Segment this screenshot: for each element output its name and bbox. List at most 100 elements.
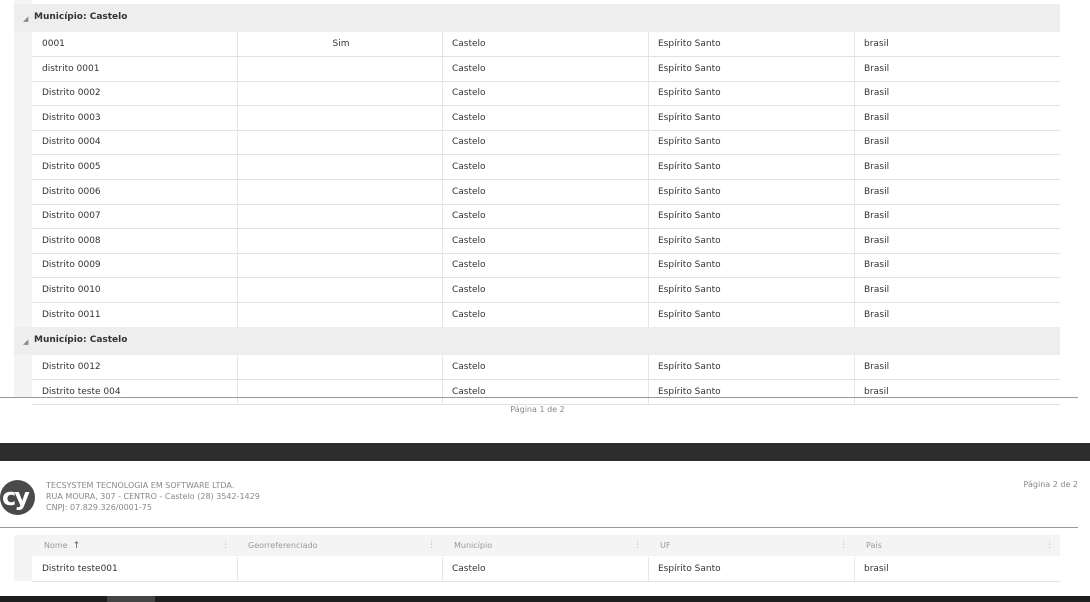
cell-geo [238, 57, 444, 81]
collapse-caret-icon[interactable]: ◢ [23, 15, 28, 23]
cell-municipio: Castelo [452, 285, 486, 295]
column-divider [648, 155, 649, 179]
cell-nome: Distrito 0006 [42, 186, 101, 197]
cell-municipio: Castelo [452, 309, 486, 320]
table-row[interactable]: Distrito 0005 Castelo Espírito Santo Brasil [32, 155, 1060, 180]
sort-ascending-icon: ↑ [72, 541, 81, 551]
cell-pais: Brasil [864, 137, 890, 148]
table-row[interactable]: Distrito teste001 Castelo Espírito Santo br… [32, 557, 1060, 582]
cell-pais: Brasil [864, 112, 890, 123]
cell-pais: Brasil [864, 211, 890, 222]
cell-municipio: Castelo [452, 39, 486, 49]
column-header-municipio[interactable]: Município [454, 535, 492, 556]
cell-geo [238, 204, 444, 228]
cell-nome: Distrito 0004 [42, 137, 101, 148]
grid-header-row: Nome ↑ ⋮ Georreferenciado ⋮ Município ⋮ … [32, 535, 1060, 556]
column-header-uf[interactable]: UF [660, 535, 670, 556]
table-row[interactable]: Distrito 0008 Castelo Espírito Santo Brasil [32, 228, 1060, 254]
column-header-georreferenciado[interactable]: Georreferenciado [248, 535, 318, 556]
table-row[interactable]: Distrito 0002 Castelo Espírito Santo Brasil [32, 81, 1060, 107]
cell-nome: distrito 0001 [42, 63, 100, 74]
column-divider [854, 130, 855, 155]
table-row[interactable]: Distrito 0009 Castelo Espírito Santo Brasil [32, 253, 1060, 279]
cell-uf: Espírito Santo [658, 211, 721, 222]
table-row[interactable]: Distrito 0006 Castelo Espírito Santo Brasil [32, 179, 1060, 205]
column-divider [648, 179, 649, 204]
cell-pais: Brasil [864, 63, 890, 74]
column-divider [648, 379, 649, 404]
group-header-row[interactable]: ◢ Município: Castelo [14, 327, 1060, 356]
cell-uf: Espírito Santo [658, 309, 721, 320]
toolbar-tab[interactable] [107, 596, 155, 602]
page-divider [0, 397, 1078, 398]
column-divider [854, 179, 855, 204]
column-menu-icon[interactable]: ⋮ [839, 535, 848, 556]
column-header-nome[interactable]: Nome ↑ [44, 535, 80, 556]
cell-nome: 0001 [42, 39, 65, 49]
column-divider [648, 204, 649, 229]
cell-uf: Espírito Santo [658, 260, 721, 271]
company-logo: cy [0, 480, 35, 515]
cell-nome: Distrito 0005 [42, 162, 101, 172]
table-row[interactable]: Distrito 0010 Castelo Espírito Santo Brasil [32, 278, 1060, 303]
company-name: TECSYSTEM TECNOLOGIA EM SOFTWARE LTDA. [46, 481, 235, 490]
cell-geo [238, 355, 444, 379]
table-row[interactable]: Distrito 0004 Castelo Espírito Santo Brasil [32, 130, 1060, 156]
table-row[interactable]: Distrito teste 004 Castelo Espírito Santo b… [32, 379, 1060, 405]
column-menu-icon[interactable]: ⋮ [221, 535, 230, 556]
cell-pais: Brasil [864, 309, 890, 320]
column-divider [854, 302, 855, 327]
cell-municipio: Castelo [452, 63, 486, 74]
table-row[interactable]: 0001 Sim Castelo Espírito Santo brasil [32, 32, 1060, 57]
cell-municipio: Castelo [452, 362, 486, 373]
cell-uf: Espírito Santo [658, 39, 721, 49]
column-divider [854, 379, 855, 404]
column-menu-icon[interactable]: ⋮ [427, 535, 436, 556]
table-row[interactable]: distrito 0001 Castelo Espírito Santo Brasil [32, 56, 1060, 82]
cell-uf: Espírito Santo [658, 186, 721, 197]
cell-uf: Espírito Santo [658, 285, 721, 295]
cell-geo [238, 81, 444, 105]
cell-nome: Distrito teste001 [42, 564, 118, 574]
column-menu-icon[interactable]: ⋮ [1045, 535, 1054, 556]
cell-geo [238, 155, 444, 179]
column-divider [648, 105, 649, 130]
cell-pais: brasil [864, 564, 889, 574]
column-divider [648, 32, 649, 56]
cell-pais: Brasil [864, 186, 890, 197]
cell-nome: Distrito 0009 [42, 260, 101, 271]
collapse-caret-icon[interactable]: ◢ [23, 338, 28, 346]
cell-nome: Distrito teste 004 [42, 386, 121, 397]
cell-uf: Espírito Santo [658, 88, 721, 99]
cell-uf: Espírito Santo [658, 362, 721, 373]
column-divider [854, 105, 855, 130]
cell-geo [238, 106, 444, 130]
cell-municipio: Castelo [452, 235, 486, 246]
column-menu-icon[interactable]: ⋮ [633, 535, 642, 556]
cell-nome: Distrito 0012 [42, 362, 101, 373]
grid-left-gutter-2 [14, 535, 32, 581]
group-label: Município: Castelo [34, 12, 128, 22]
group-header-row[interactable]: ◢ Município: Castelo [14, 4, 1060, 32]
cell-geo [238, 303, 444, 327]
cell-nome: Distrito 0007 [42, 211, 101, 222]
cell-uf: Espírito Santo [658, 137, 721, 148]
column-divider [648, 56, 649, 81]
table-row[interactable]: Distrito 0011 Castelo Espírito Santo Brasil [32, 302, 1060, 328]
cell-municipio: Castelo [452, 386, 486, 397]
column-header-pais[interactable]: País [866, 535, 882, 556]
column-divider [854, 557, 855, 581]
report-page-1: ◢ Município: Castelo 0001 Sim Castelo Espírit… [0, 0, 1090, 443]
column-divider [648, 355, 649, 380]
cell-geo [238, 380, 444, 404]
cell-geo [238, 278, 444, 302]
cell-nome: Distrito 0008 [42, 235, 101, 246]
table-row[interactable]: Distrito 0007 Castelo Espírito Santo Brasil [32, 204, 1060, 230]
column-divider [854, 32, 855, 56]
cell-uf: Espírito Santo [658, 386, 721, 397]
table-row[interactable]: Distrito 0003 Castelo Espírito Santo Brasil [32, 105, 1060, 131]
cell-municipio: Castelo [452, 137, 486, 148]
column-divider [854, 278, 855, 302]
cell-pais: brasil [864, 39, 889, 49]
table-row[interactable]: Distrito 0012 Castelo Espírito Santo Brasil [32, 355, 1060, 381]
